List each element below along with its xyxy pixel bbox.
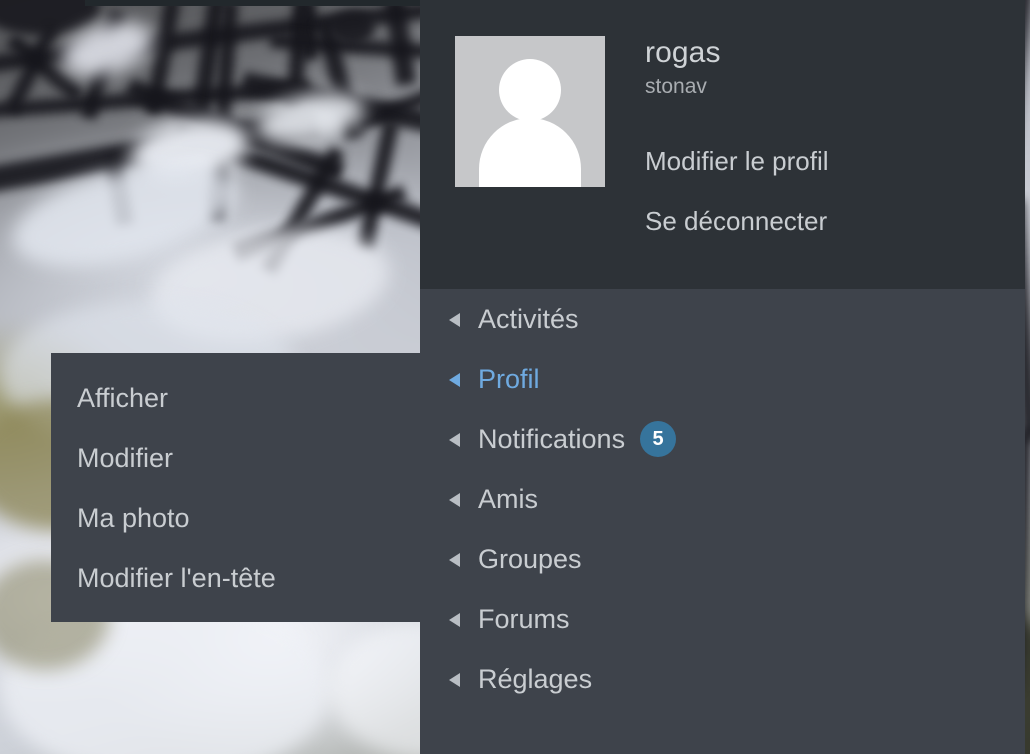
nav-item-forums[interactable]: Forums — [420, 589, 1025, 649]
nav-item-profil[interactable]: Profil — [420, 349, 1025, 409]
nav-label: Réglages — [478, 664, 593, 694]
triangle-left-icon — [449, 553, 460, 567]
nav-label: Profil — [478, 364, 540, 394]
context-menu-item-label: Modifier — [77, 443, 174, 473]
context-menu-item-label: Ma photo — [77, 503, 190, 533]
triangle-left-icon — [449, 373, 460, 387]
context-menu-item-afficher[interactable]: Afficher — [51, 368, 421, 428]
context-menu-item-modifier-entete[interactable]: Modifier l'en-tête — [51, 548, 421, 608]
avatar-body-shape — [479, 118, 581, 187]
nav-item-amis[interactable]: Amis — [420, 469, 1025, 529]
profile-nav-list: Activités Profil Notifications 5 Amis Gr… — [420, 289, 1025, 709]
nav-item-reglages[interactable]: Réglages — [420, 649, 1025, 709]
nav-label: Notifications — [478, 424, 626, 454]
user-handle: stonav — [645, 75, 707, 98]
edit-profile-link[interactable]: Modifier le profil — [645, 146, 1025, 176]
nav-label: Groupes — [478, 544, 582, 574]
triangle-left-icon — [449, 613, 460, 627]
nav-item-notifications[interactable]: Notifications 5 — [420, 409, 1025, 469]
context-menu-item-modifier[interactable]: Modifier — [51, 428, 421, 488]
triangle-left-icon — [449, 493, 460, 507]
avatar[interactable] — [455, 36, 605, 187]
notifications-count-badge: 5 — [640, 421, 677, 457]
logout-link[interactable]: Se déconnecter — [645, 206, 1025, 236]
nav-label: Activités — [478, 304, 579, 334]
user-meta: rogas stonav Modifier le profil Se décon… — [645, 36, 1025, 236]
triangle-left-icon — [449, 433, 460, 447]
nav-label: Forums — [478, 604, 570, 634]
avatar-head-shape — [499, 59, 561, 121]
context-menu-item-label: Modifier l'en-tête — [77, 563, 276, 593]
nav-item-activites[interactable]: Activités — [420, 289, 1025, 349]
cover-context-menu: Afficher Modifier Ma photo Modifier l'en… — [51, 353, 421, 622]
nav-item-groupes[interactable]: Groupes — [420, 529, 1025, 589]
triangle-left-icon — [449, 313, 460, 327]
profile-panel: rogas stonav Modifier le profil Se décon… — [420, 0, 1025, 754]
triangle-left-icon — [449, 673, 460, 687]
nav-label: Amis — [478, 484, 538, 514]
context-menu-item-label: Afficher — [77, 383, 169, 413]
user-display-name: rogas — [645, 36, 721, 69]
screen-root: rogas stonav Modifier le profil Se décon… — [0, 0, 1030, 754]
context-menu-item-ma-photo[interactable]: Ma photo — [51, 488, 421, 548]
